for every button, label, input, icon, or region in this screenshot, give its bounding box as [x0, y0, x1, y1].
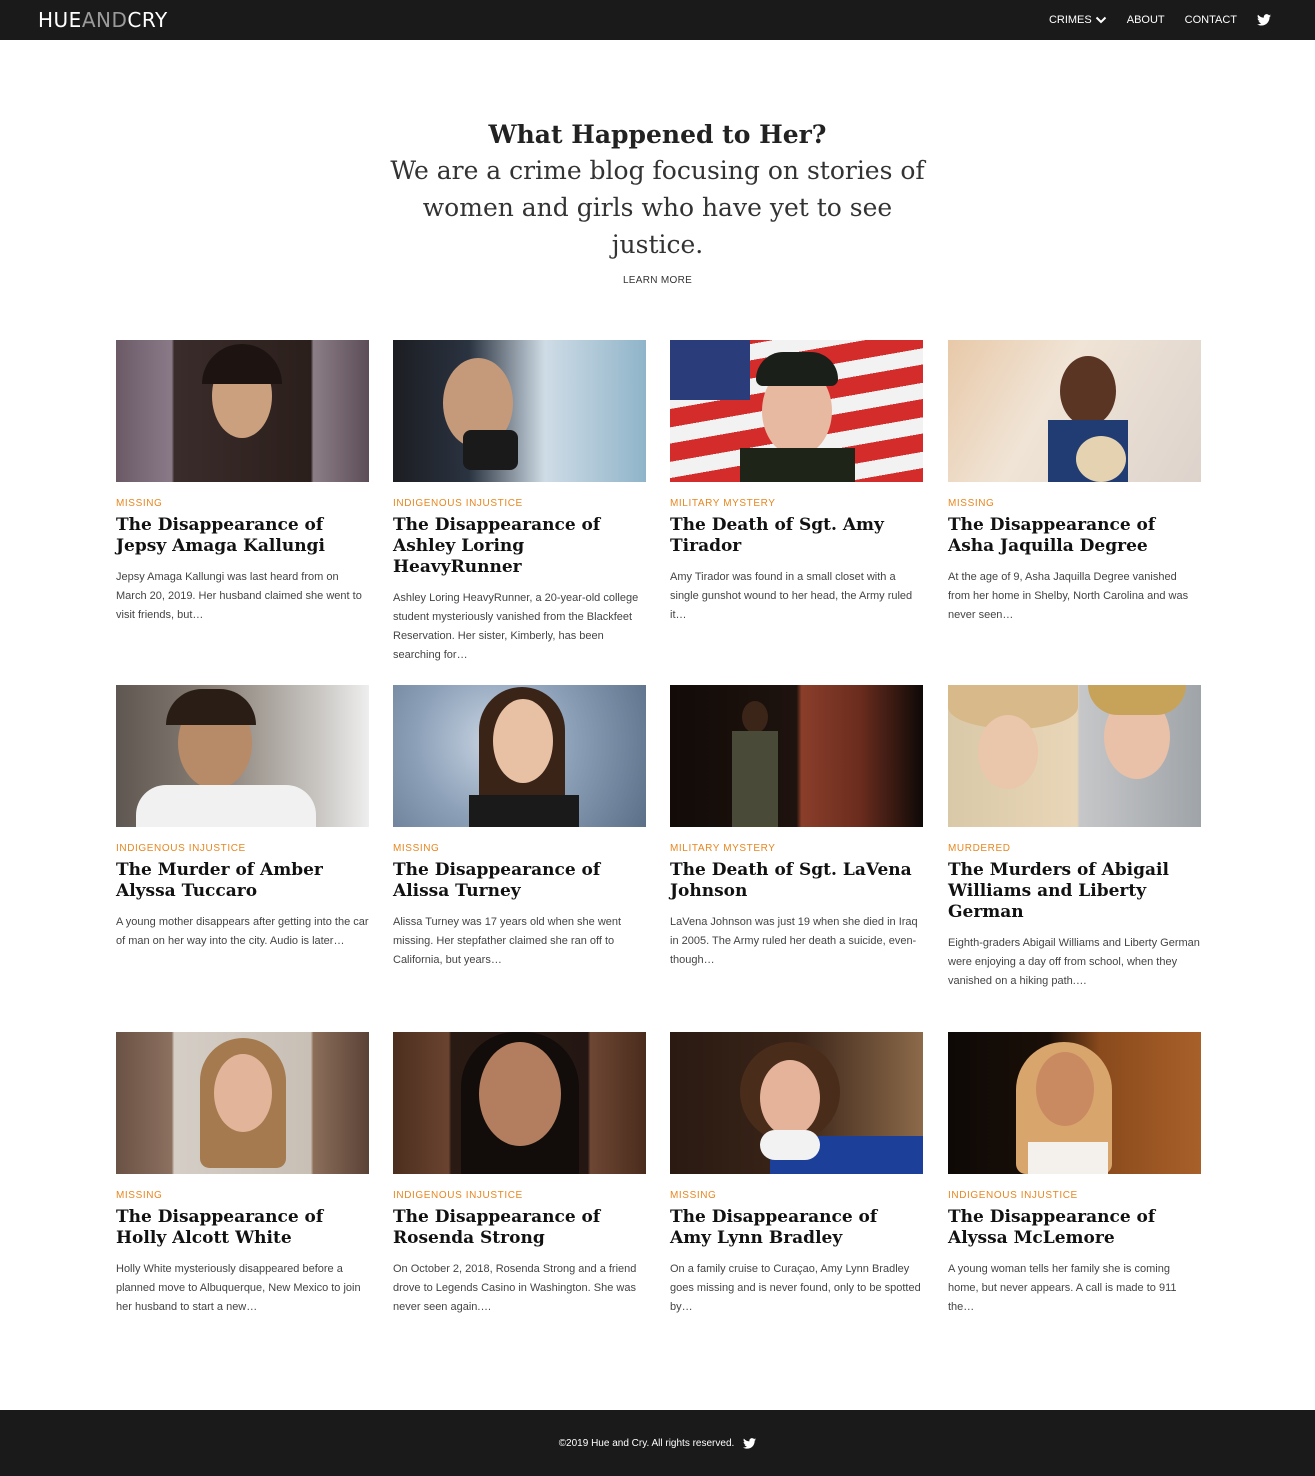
post-excerpt: A young woman tells her family she is co… [948, 1263, 1177, 1313]
nav-contact[interactable]: CONTACT [1185, 14, 1237, 26]
post-card[interactable]: MISSING The Disappearance of Jepsy Amaga… [116, 340, 369, 625]
post-title[interactable]: The Death of Sgt. LaVena Johnson [670, 860, 923, 902]
post-photo[interactable] [948, 340, 1201, 482]
post-category[interactable]: MILITARY MYSTERY [670, 842, 923, 855]
post-card[interactable]: INDIGENOUS INJUSTICE The Disappearance o… [948, 1032, 1201, 1317]
post-category[interactable]: MISSING [116, 497, 369, 510]
top-nav-bar: HUEANDCRY CRIMES ABOUT CONTACT [0, 0, 1315, 40]
post-category[interactable]: MURDERED [948, 842, 1201, 855]
post-category[interactable]: INDIGENOUS INJUSTICE [393, 1189, 646, 1202]
nav-crimes-label: CRIMES [1048, 14, 1092, 26]
post-excerpt: A young mother disappears after getting … [116, 916, 369, 947]
post-title[interactable]: The Disappearance of Rosenda Strong [393, 1207, 646, 1249]
post-card[interactable]: INDIGENOUS INJUSTICE The Disappearance o… [393, 1032, 646, 1317]
post-excerpt: At the age of 9, Asha Jaquilla Degree va… [948, 571, 1189, 621]
hero-subtitle: We are a crime blog focusing on stories … [390, 156, 925, 259]
hero-section: What Happened to Her? We are a crime blo… [0, 118, 1315, 288]
post-category[interactable]: MILITARY MYSTERY [670, 497, 923, 510]
footer-copyright: ©2019 Hue and Cry. All rights reserved. [558, 1437, 735, 1449]
post-excerpt: Amy Tirador was found in a small closet … [670, 571, 913, 621]
post-photo[interactable] [116, 340, 369, 482]
post-excerpt: On a family cruise to Curaçao, Amy Lynn … [670, 1263, 921, 1313]
learn-more-link[interactable]: LEARN MORE [623, 275, 692, 286]
post-excerpt: On October 2, 2018, Rosenda Strong and a… [393, 1263, 637, 1313]
post-title[interactable]: The Disappearance of Ashley Loring Heavy… [393, 515, 646, 578]
nav-about[interactable]: ABOUT [1127, 14, 1165, 26]
post-category[interactable]: MISSING [393, 842, 646, 855]
post-card[interactable]: MISSING The Disappearance of Asha Jaquil… [948, 340, 1201, 625]
post-photo[interactable] [670, 1032, 923, 1174]
post-excerpt: Jepsy Amaga Kallungi was last heard from… [116, 571, 362, 621]
post-photo[interactable] [393, 685, 646, 827]
post-excerpt: Eighth-graders Abigail Williams and Libe… [948, 937, 1200, 987]
logo-part-2: AND [81, 8, 128, 32]
post-excerpt: Ashley Loring HeavyRunner, a 20-year-old… [393, 592, 639, 661]
post-category[interactable]: INDIGENOUS INJUSTICE [948, 1189, 1201, 1202]
post-photo[interactable] [116, 1032, 369, 1174]
post-card[interactable]: INDIGENOUS INJUSTICE The Disappearance o… [393, 340, 646, 665]
post-photo[interactable] [393, 340, 646, 482]
post-title[interactable]: The Disappearance of Asha Jaquilla Degre… [948, 515, 1201, 557]
hero-title: What Happened to Her? [488, 120, 827, 149]
post-photo[interactable] [948, 1032, 1201, 1174]
logo-part-3: CRY [127, 8, 168, 32]
post-card[interactable]: MISSING The Disappearance of Amy Lynn Br… [670, 1032, 923, 1317]
post-photo[interactable] [393, 1032, 646, 1174]
post-title[interactable]: The Murder of Amber Alyssa Tuccaro [116, 860, 369, 902]
chevron-down-icon [1095, 16, 1106, 24]
site-logo[interactable]: HUEANDCRY [38, 9, 168, 31]
post-category[interactable]: INDIGENOUS INJUSTICE [116, 842, 369, 855]
post-card[interactable]: MILITARY MYSTERY The Death of Sgt. LaVen… [670, 685, 923, 970]
post-photo[interactable] [670, 685, 923, 827]
post-card[interactable]: MISSING The Disappearance of Holly Alcot… [116, 1032, 369, 1317]
post-title[interactable]: The Disappearance of Amy Lynn Bradley [670, 1207, 923, 1249]
post-category[interactable]: MISSING [116, 1189, 369, 1202]
post-photo[interactable] [948, 685, 1201, 827]
post-card[interactable]: MILITARY MYSTERY The Death of Sgt. Amy T… [670, 340, 923, 625]
post-category[interactable]: MISSING [948, 497, 1201, 510]
post-title[interactable]: The Disappearance of Alyssa McLemore [948, 1207, 1201, 1249]
post-excerpt: LaVena Johnson was just 19 when she died… [670, 916, 918, 966]
post-title[interactable]: The Disappearance of Jepsy Amaga Kallung… [116, 515, 369, 557]
logo-part-1: HUE [38, 8, 82, 32]
site-footer: ©2019 Hue and Cry. All rights reserved. [0, 1410, 1315, 1476]
main-nav: CRIMES ABOUT CONTACT [1029, 0, 1271, 40]
post-title[interactable]: The Murders of Abigail Williams and Libe… [948, 860, 1201, 923]
twitter-icon[interactable] [743, 1437, 757, 1449]
nav-crimes[interactable]: CRIMES [1049, 14, 1107, 26]
post-category[interactable]: INDIGENOUS INJUSTICE [393, 497, 646, 510]
post-card[interactable]: MURDERED The Murders of Abigail Williams… [948, 685, 1201, 991]
post-title[interactable]: The Disappearance of Alissa Turney [393, 860, 646, 902]
post-photo[interactable] [670, 340, 923, 482]
post-excerpt: Holly White mysteriously disappeared bef… [116, 1263, 361, 1313]
post-category[interactable]: MISSING [670, 1189, 923, 1202]
post-photo[interactable] [116, 685, 369, 827]
post-card[interactable]: INDIGENOUS INJUSTICE The Murder of Amber… [116, 685, 369, 951]
post-card[interactable]: MISSING The Disappearance of Alissa Turn… [393, 685, 646, 970]
post-title[interactable]: The Death of Sgt. Amy Tirador [670, 515, 923, 557]
post-excerpt: Alissa Turney was 17 years old when she … [393, 916, 622, 966]
post-title[interactable]: The Disappearance of Holly Alcott White [116, 1207, 369, 1249]
twitter-icon[interactable] [1257, 14, 1271, 26]
